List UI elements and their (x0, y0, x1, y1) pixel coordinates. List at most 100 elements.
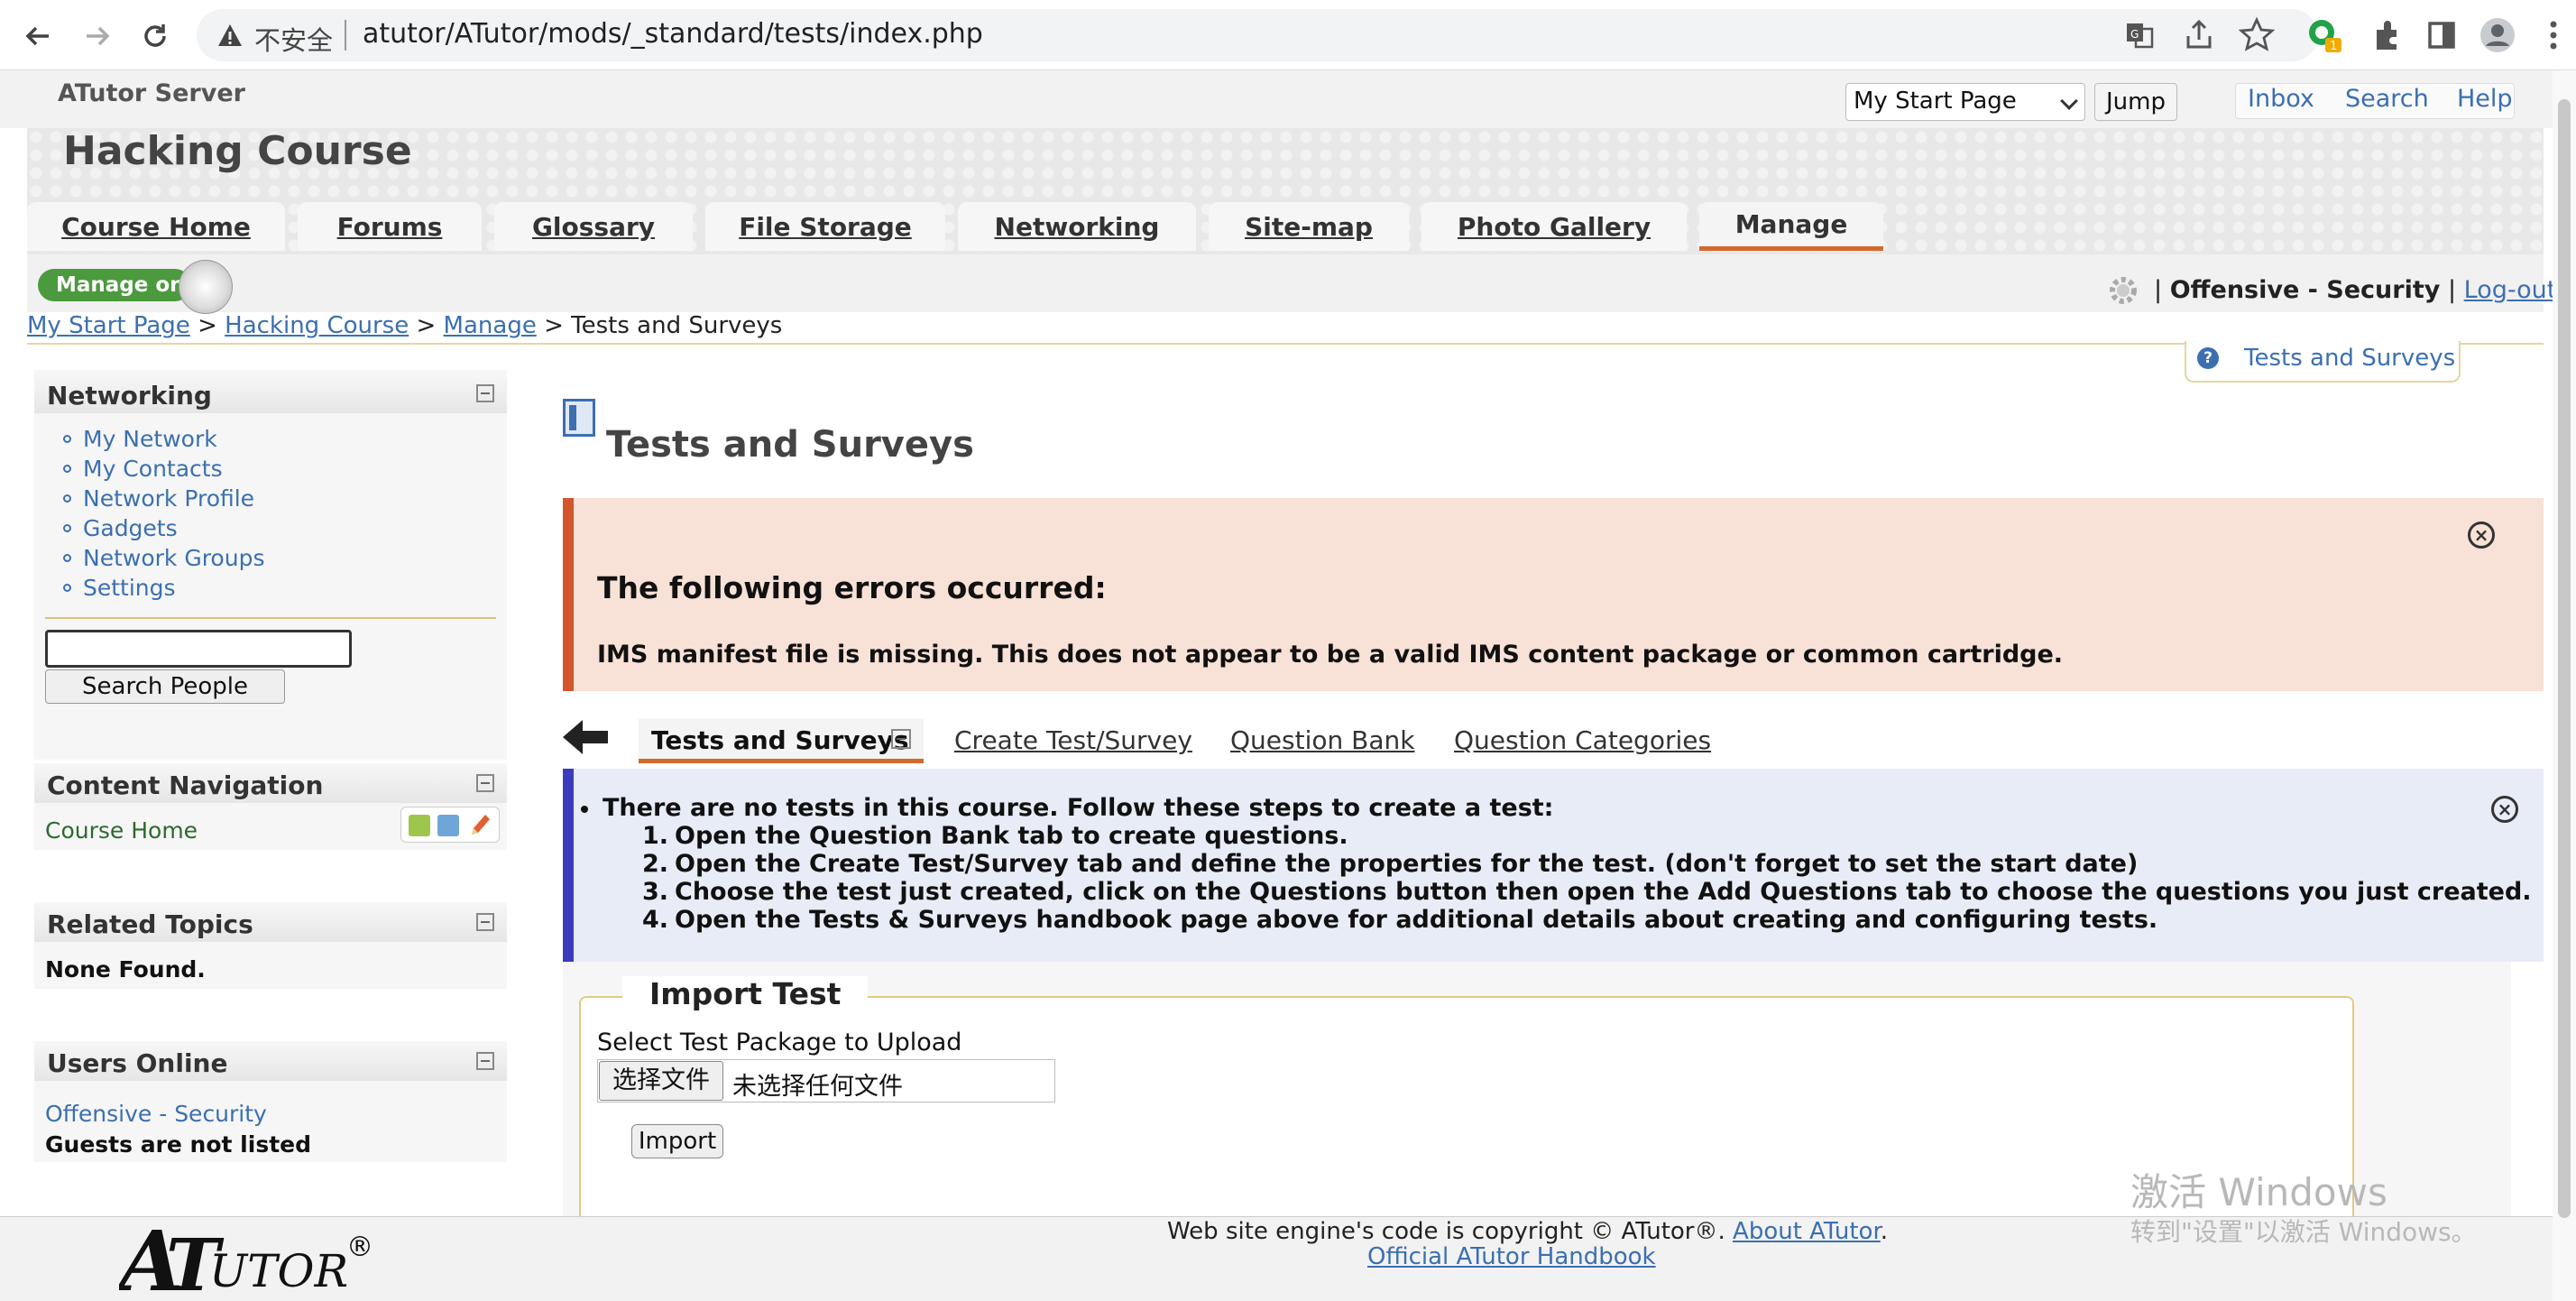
menu-icon[interactable] (2535, 16, 2572, 54)
svg-text:G: G (2130, 28, 2139, 41)
tab-forums[interactable]: Forums (298, 202, 482, 251)
sidebar-item-my-network[interactable]: My Network (83, 426, 217, 452)
breadcrumb-start-page[interactable]: My Start Page (27, 312, 190, 339)
sidebar-item-gadgets[interactable]: Gadgets (83, 515, 178, 541)
online-user[interactable]: Offensive - Security (45, 1101, 267, 1127)
guests-note: Guests are not listed (45, 1131, 311, 1158)
translate-icon[interactable]: G (2121, 16, 2157, 56)
svg-text:UTOR: UTOR (209, 1245, 348, 1297)
sidebar-item-network-profile[interactable]: Network Profile (83, 485, 254, 512)
search-link[interactable]: Search (2345, 85, 2429, 113)
choose-file-button[interactable]: 选择文件 (599, 1061, 723, 1101)
networking-title: Networking (34, 374, 507, 413)
logout-link[interactable]: Log-out (2464, 276, 2557, 304)
subtab-question-categories[interactable]: Question Categories (1454, 725, 1711, 755)
info-step-number: 3. (642, 878, 669, 906)
add-folder-icon[interactable] (409, 815, 430, 836)
scrollbar-thumb[interactable] (2558, 99, 2571, 1218)
tab-photo-gallery[interactable]: Photo Gallery (1421, 202, 1687, 251)
forward-icon[interactable] (79, 18, 115, 54)
subtab-tests-surveys[interactable]: Tests and Surveys (651, 725, 909, 755)
jump-button[interactable]: Jump (2094, 83, 2177, 121)
tab-course-home[interactable]: Course Home (27, 202, 285, 251)
divider (45, 617, 496, 619)
bullet-icon (63, 584, 71, 592)
tab-manage[interactable]: Manage (1699, 202, 1883, 251)
breadcrumb: My Start Page > Hacking Course > Manage … (27, 312, 2544, 345)
breadcrumb-course[interactable]: Hacking Course (225, 312, 409, 339)
jump-select-value: My Start Page (1854, 88, 2017, 115)
collapse-icon[interactable] (891, 729, 911, 749)
toggle-sidebar-icon[interactable] (563, 399, 595, 437)
help-tab[interactable]: ? Tests and Surveys (2185, 341, 2461, 383)
collapse-icon[interactable] (476, 384, 494, 402)
minus-bar (897, 738, 906, 740)
activation-watermark-sub: 转到"设置"以激活 Windows。 (2130, 1217, 2477, 1247)
bullet-icon (63, 494, 71, 503)
import-legend: Import Test (622, 976, 869, 1011)
bullet-icon (63, 554, 71, 562)
sidebar-item-my-contacts[interactable]: My Contacts (83, 456, 223, 482)
collapse-icon[interactable] (476, 774, 494, 792)
tab-file-storage[interactable]: File Storage (705, 202, 945, 251)
tab-glossary[interactable]: Glossary (494, 202, 693, 251)
jump-select[interactable]: My Start Page (1845, 83, 2085, 121)
period: . (1880, 1218, 1889, 1245)
content-nav-title-text: Content Navigation (47, 770, 324, 800)
close-icon[interactable]: × (2468, 521, 2495, 549)
pipe: | (2154, 276, 2170, 304)
manage-toggle[interactable]: Manage on (38, 269, 191, 301)
svg-text:1: 1 (2330, 40, 2337, 53)
user-name: Offensive - Security (2169, 276, 2441, 304)
help-link[interactable]: Help (2457, 85, 2513, 113)
help-icon: ? (2197, 347, 2219, 369)
tab-site-map[interactable]: Site-map (1209, 202, 1409, 251)
insecure-label[interactable]: 不安全 (254, 20, 333, 58)
search-people-input[interactable] (45, 630, 352, 668)
site-name: ATutor Server (58, 79, 245, 107)
handbook-link[interactable]: Official ATutor Handbook (1367, 1243, 1656, 1270)
extensions-icon[interactable] (2367, 16, 2405, 54)
sidebar-item-settings[interactable]: Settings (83, 575, 176, 601)
about-atutor-link[interactable]: About ATutor (1733, 1218, 1881, 1245)
help-tab-label: Tests and Surveys (2244, 345, 2456, 372)
collapse-icon[interactable] (476, 913, 494, 931)
share-icon[interactable] (2181, 16, 2217, 56)
gear-icon[interactable] (2105, 272, 2141, 309)
subtab-create-test[interactable]: Create Test/Survey (954, 725, 1192, 755)
search-people-button[interactable]: Search People (45, 669, 285, 704)
subtab-question-bank[interactable]: Question Bank (1230, 725, 1414, 755)
back-arrow-icon[interactable] (561, 716, 610, 758)
error-title: The following errors occurred: (597, 570, 1107, 605)
warning-icon[interactable] (216, 22, 244, 49)
pencil-icon[interactable] (468, 811, 492, 842)
sidepanel-icon[interactable] (2423, 16, 2461, 54)
back-icon[interactable] (20, 18, 56, 54)
close-icon[interactable]: × (2491, 796, 2518, 823)
bullet-icon (581, 806, 588, 813)
info-lead: There are no tests in this course. Follo… (603, 794, 1554, 822)
reload-icon[interactable] (137, 18, 173, 54)
collapse-icon[interactable] (476, 1052, 494, 1070)
atutor-logo[interactable]: A T UTOR ® (112, 1213, 399, 1301)
upload-label: Select Test Package to Upload (597, 1029, 962, 1056)
star-icon[interactable] (2238, 16, 2276, 56)
copyright-text: Web site engine's code is copyright © AT… (1167, 1218, 1725, 1245)
networking-title-text: Networking (47, 381, 212, 411)
profile-icon[interactable] (2479, 16, 2516, 54)
tab-networking[interactable]: Networking (958, 202, 1196, 251)
content-nav-course-home[interactable]: Course Home (45, 817, 198, 844)
add-page-icon[interactable] (437, 815, 459, 836)
sidebar-item-network-groups[interactable]: Network Groups (83, 545, 264, 571)
inbox-link[interactable]: Inbox (2248, 85, 2314, 113)
extension-badge-icon[interactable]: 1 (2305, 16, 2343, 54)
import-button[interactable]: Import (631, 1124, 723, 1158)
info-step-number: 4. (642, 906, 669, 934)
user-info: | Offensive - Security | Log-out (2154, 276, 2556, 304)
pipe: | (2440, 276, 2464, 304)
content-edit-tools (400, 807, 500, 843)
breadcrumb-manage[interactable]: Manage (444, 312, 537, 339)
address-bar[interactable]: 不安全 atutor/ATutor/mods/_standard/tests/i… (197, 9, 2318, 61)
url-text[interactable]: atutor/ATutor/mods/_standard/tests/index… (363, 18, 983, 50)
toggle-knob-icon[interactable] (179, 260, 233, 314)
